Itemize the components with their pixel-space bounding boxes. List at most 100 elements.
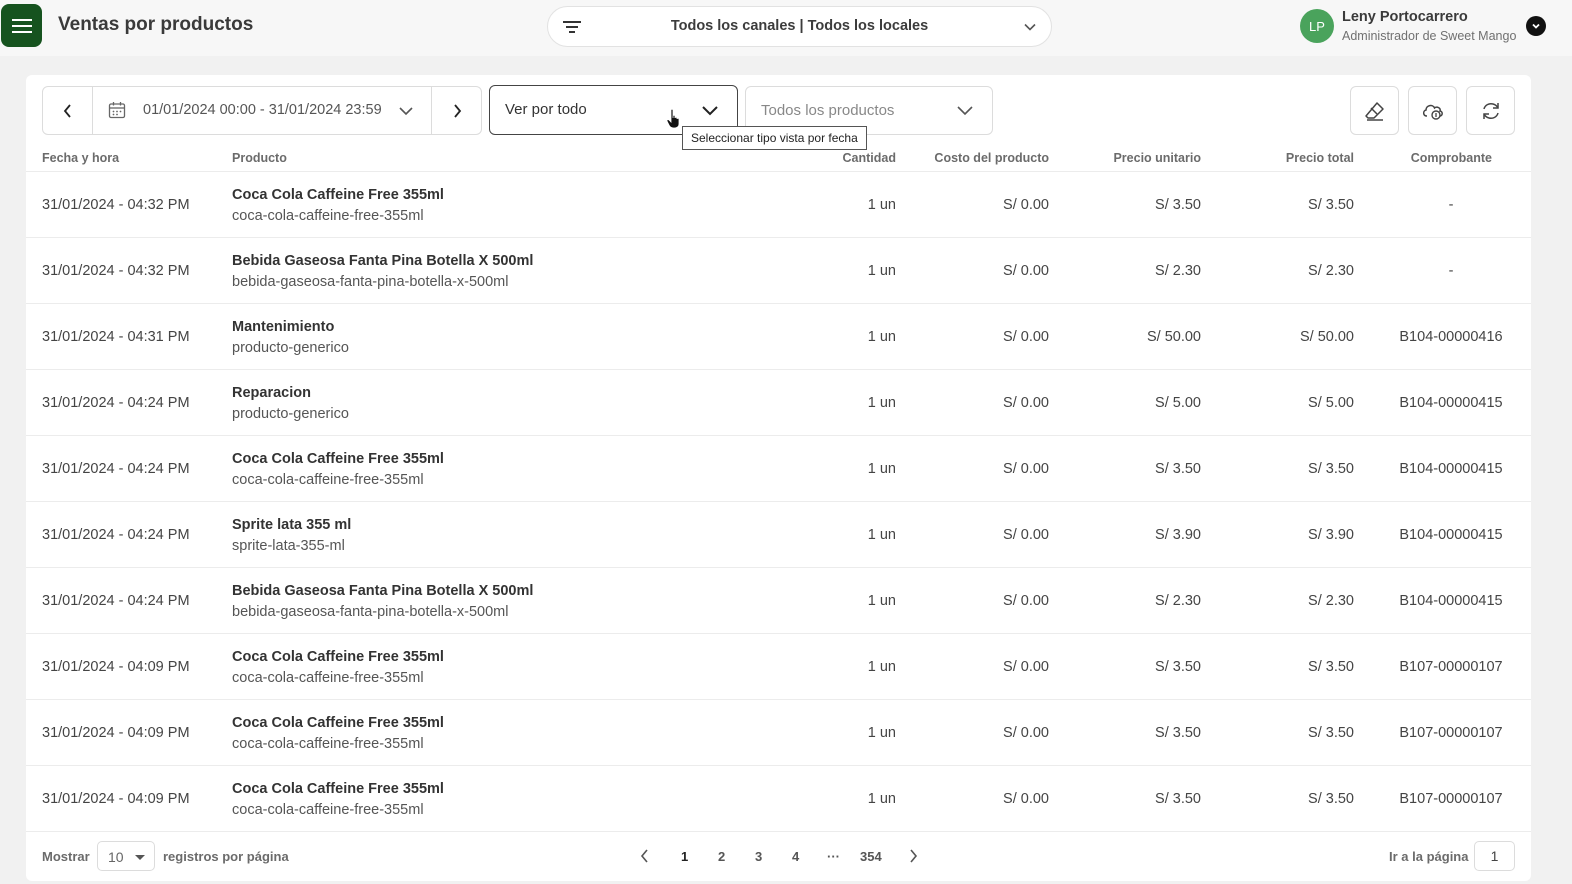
column-header-cost[interactable]: Costo del producto <box>934 151 1049 165</box>
row-receipt: B107-00000107 <box>1399 725 1503 741</box>
table-row[interactable]: 31/01/2024 - 04:09 PM Coca Cola Caffeine … <box>26 634 1531 700</box>
row-unit-price: S/ 3.50 <box>1155 659 1201 675</box>
eraser-icon <box>1364 101 1384 121</box>
chevron-down-icon <box>957 106 973 116</box>
page-3[interactable]: 3 <box>755 849 762 864</box>
row-product-name: Coca Cola Caffeine Free 355ml <box>232 781 444 797</box>
goto-page-input[interactable]: 1 <box>1474 841 1515 871</box>
date-range-select[interactable]: 01/01/2024 00:00 - 31/01/2024 23:59 <box>94 87 432 134</box>
row-product-name: Bebida Gaseosa Fanta Pina Botella X 500m… <box>232 253 534 269</box>
row-cost: S/ 0.00 <box>1003 659 1049 675</box>
row-unit-price: S/ 3.50 <box>1155 461 1201 477</box>
row-quantity: 1 un <box>867 461 896 477</box>
column-header-date[interactable]: Fecha y hora <box>42 151 119 165</box>
calendar-icon <box>108 102 126 119</box>
table-row[interactable]: 31/01/2024 - 04:24 PM Coca Cola Caffeine … <box>26 436 1531 502</box>
row-total-price: S/ 3.50 <box>1308 197 1354 213</box>
row-product-slug: sprite-lata-355-ml <box>232 538 345 554</box>
column-header-product[interactable]: Producto <box>232 151 287 165</box>
row-product-slug: producto-generico <box>232 340 349 356</box>
avatar[interactable]: LP <box>1300 9 1334 43</box>
column-header-total-price[interactable]: Precio total <box>1286 151 1354 165</box>
table-row[interactable]: 31/01/2024 - 04:24 PM Sprite lata 355 ml s… <box>26 502 1531 568</box>
row-total-price: S/ 3.50 <box>1308 659 1354 675</box>
row-cost: S/ 0.00 <box>1003 725 1049 741</box>
user-role: Administrador de Sweet Mango <box>1342 29 1517 43</box>
page-ellipsis[interactable]: ··· <box>827 849 840 864</box>
table-row[interactable]: 31/01/2024 - 04:32 PM Bebida Gaseosa Fant… <box>26 238 1531 304</box>
row-cost: S/ 0.00 <box>1003 461 1049 477</box>
table-row[interactable]: 31/01/2024 - 04:31 PM Mantenimiento produc… <box>26 304 1531 370</box>
row-unit-price: S/ 3.50 <box>1155 197 1201 213</box>
chevron-down-icon <box>1532 23 1540 29</box>
next-period-button[interactable] <box>431 87 481 134</box>
column-header-quantity[interactable]: Cantidad <box>843 151 896 165</box>
chevron-down-icon <box>1024 23 1036 31</box>
column-header-receipt[interactable]: Comprobante <box>1411 151 1492 165</box>
channel-location-select[interactable]: Todos los canales | Todos los locales <box>547 6 1052 47</box>
row-receipt: B104-00000415 <box>1399 593 1503 609</box>
date-range-value: 01/01/2024 00:00 - 31/01/2024 23:59 <box>143 102 382 118</box>
row-receipt: B104-00000415 <box>1399 527 1503 543</box>
row-product-slug: coca-cola-caffeine-free-355ml <box>232 802 424 818</box>
download-report-button[interactable] <box>1408 86 1457 135</box>
row-product-slug: coca-cola-caffeine-free-355ml <box>232 472 424 488</box>
goto-page-label: Ir a la página <box>1389 849 1469 864</box>
hand-cursor-icon <box>666 109 680 129</box>
row-total-price: S/ 50.00 <box>1299 329 1354 345</box>
row-unit-price: S/ 2.30 <box>1155 263 1201 279</box>
chevron-right-icon <box>453 103 461 118</box>
product-select-value: Todos los productos <box>761 102 895 119</box>
table-row[interactable]: 31/01/2024 - 04:32 PM Coca Cola Caffeine … <box>26 172 1531 238</box>
per-page-label: registros por página <box>163 849 289 864</box>
row-quantity: 1 un <box>867 527 896 543</box>
table-row[interactable]: 31/01/2024 - 04:09 PM Coca Cola Caffeine … <box>26 700 1531 766</box>
row-cost: S/ 0.00 <box>1003 395 1049 411</box>
per-page-select[interactable]: 10 <box>97 841 155 871</box>
table-row[interactable]: 31/01/2024 - 04:24 PM Bebida Gaseosa Fant… <box>26 568 1531 634</box>
row-date: 31/01/2024 - 04:32 PM <box>42 263 190 279</box>
per-page-value: 10 <box>108 849 124 865</box>
row-product-name: Coca Cola Caffeine Free 355ml <box>232 451 444 467</box>
channel-filter-label: Todos los canales | Todos los locales <box>670 18 929 34</box>
clear-filters-button[interactable] <box>1350 86 1399 135</box>
row-date: 31/01/2024 - 04:24 PM <box>42 461 190 477</box>
date-range-picker: 01/01/2024 00:00 - 31/01/2024 23:59 <box>42 86 482 135</box>
page-1[interactable]: 1 <box>681 849 688 864</box>
row-quantity: 1 un <box>867 329 896 345</box>
page-4[interactable]: 4 <box>792 849 799 864</box>
view-mode-value: Ver por todo <box>505 101 587 118</box>
user-menu-button[interactable] <box>1526 16 1546 36</box>
row-quantity: 1 un <box>867 659 896 675</box>
page-2[interactable]: 2 <box>718 849 725 864</box>
row-product-slug: coca-cola-caffeine-free-355ml <box>232 736 424 752</box>
menu-button[interactable] <box>1 4 42 47</box>
previous-page-button[interactable] <box>639 848 651 864</box>
row-quantity: 1 un <box>867 263 896 279</box>
row-total-price: S/ 5.00 <box>1308 395 1354 411</box>
row-cost: S/ 0.00 <box>1003 329 1049 345</box>
row-receipt: B107-00000107 <box>1399 791 1503 807</box>
row-date: 31/01/2024 - 04:31 PM <box>42 329 190 345</box>
chevron-down-icon <box>399 107 413 116</box>
table-row[interactable]: 31/01/2024 - 04:09 PM Coca Cola Caffeine … <box>26 766 1531 832</box>
next-page-button[interactable] <box>907 848 919 864</box>
row-unit-price: S/ 3.90 <box>1155 527 1201 543</box>
row-product-slug: coca-cola-caffeine-free-355ml <box>232 670 424 686</box>
row-receipt: B104-00000416 <box>1399 329 1503 345</box>
row-quantity: 1 un <box>867 725 896 741</box>
row-receipt: B104-00000415 <box>1399 461 1503 477</box>
top-bar: Ventas por productos Todos los canales |… <box>0 0 1572 56</box>
column-header-unit-price[interactable]: Precio unitario <box>1113 151 1201 165</box>
row-receipt: B104-00000415 <box>1399 395 1503 411</box>
view-mode-tooltip: Seleccionar tipo vista por fecha <box>682 126 867 150</box>
row-date: 31/01/2024 - 04:09 PM <box>42 659 190 675</box>
previous-period-button[interactable] <box>43 87 93 134</box>
refresh-button[interactable] <box>1466 86 1515 135</box>
row-cost: S/ 0.00 <box>1003 263 1049 279</box>
page-last[interactable]: 354 <box>860 849 882 864</box>
table-row[interactable]: 31/01/2024 - 04:24 PM Reparacion producto-… <box>26 370 1531 436</box>
row-product-name: Bebida Gaseosa Fanta Pina Botella X 500m… <box>232 583 534 599</box>
row-product-name: Sprite lata 355 ml <box>232 517 352 533</box>
row-product-name: Reparacion <box>232 385 311 401</box>
